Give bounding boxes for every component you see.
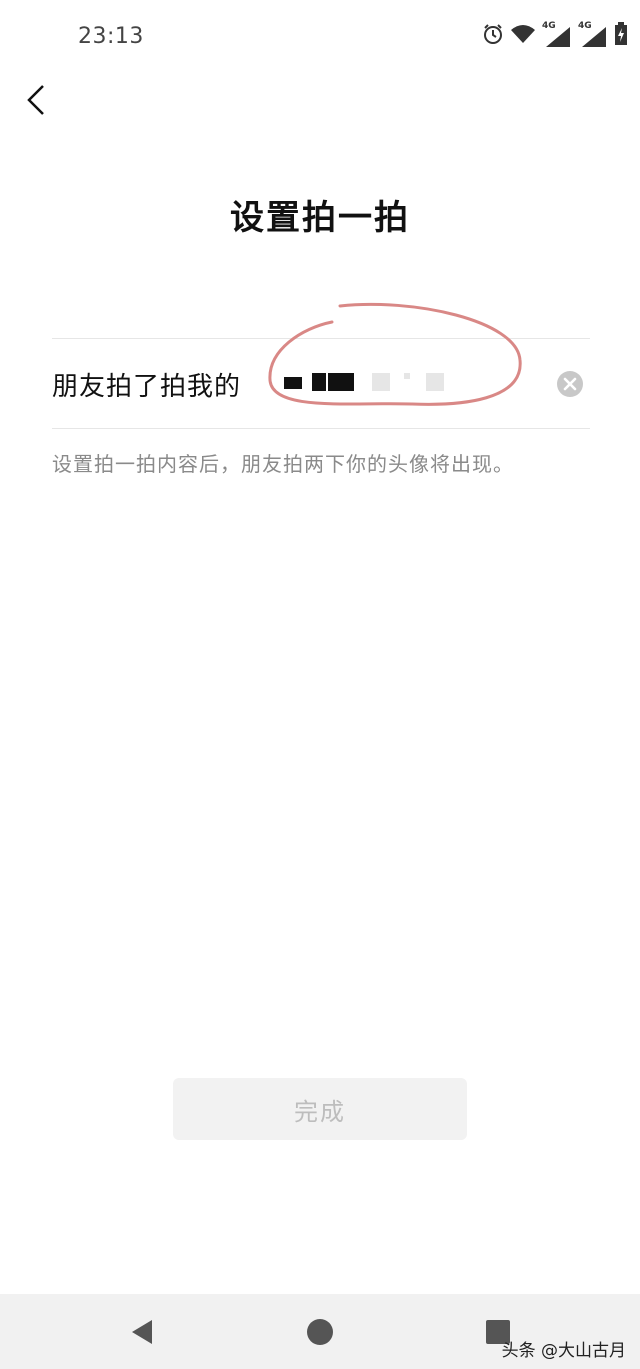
signal-4g-icon: 4G xyxy=(578,21,608,49)
status-time: 23:13 xyxy=(78,24,144,49)
back-button[interactable] xyxy=(16,80,56,120)
back-triangle-icon[interactable] xyxy=(128,1318,156,1346)
status-bar: 23:13 4G 4G xyxy=(0,0,640,72)
hint-text: 设置拍一拍内容后，朋友拍两下你的头像将出现。 xyxy=(52,452,514,476)
clear-circle-icon xyxy=(557,371,583,397)
watermark: 头条 @大山古月 xyxy=(501,1341,626,1361)
chevron-left-icon xyxy=(27,85,44,115)
wifi-icon xyxy=(510,23,536,49)
field-label: 朋友拍了拍我的 xyxy=(52,372,242,402)
annotation-circle xyxy=(268,302,522,406)
clear-button[interactable] xyxy=(556,370,584,398)
page-title: 设置拍一拍 xyxy=(230,198,410,238)
battery-icon xyxy=(614,22,628,50)
signal-4g-icon: 4G xyxy=(542,21,572,49)
alarm-icon xyxy=(482,23,504,49)
divider xyxy=(52,428,590,429)
home-circle-icon[interactable] xyxy=(306,1318,334,1346)
done-button[interactable]: 完成 xyxy=(173,1078,467,1140)
status-icons: 4G 4G xyxy=(482,21,628,50)
